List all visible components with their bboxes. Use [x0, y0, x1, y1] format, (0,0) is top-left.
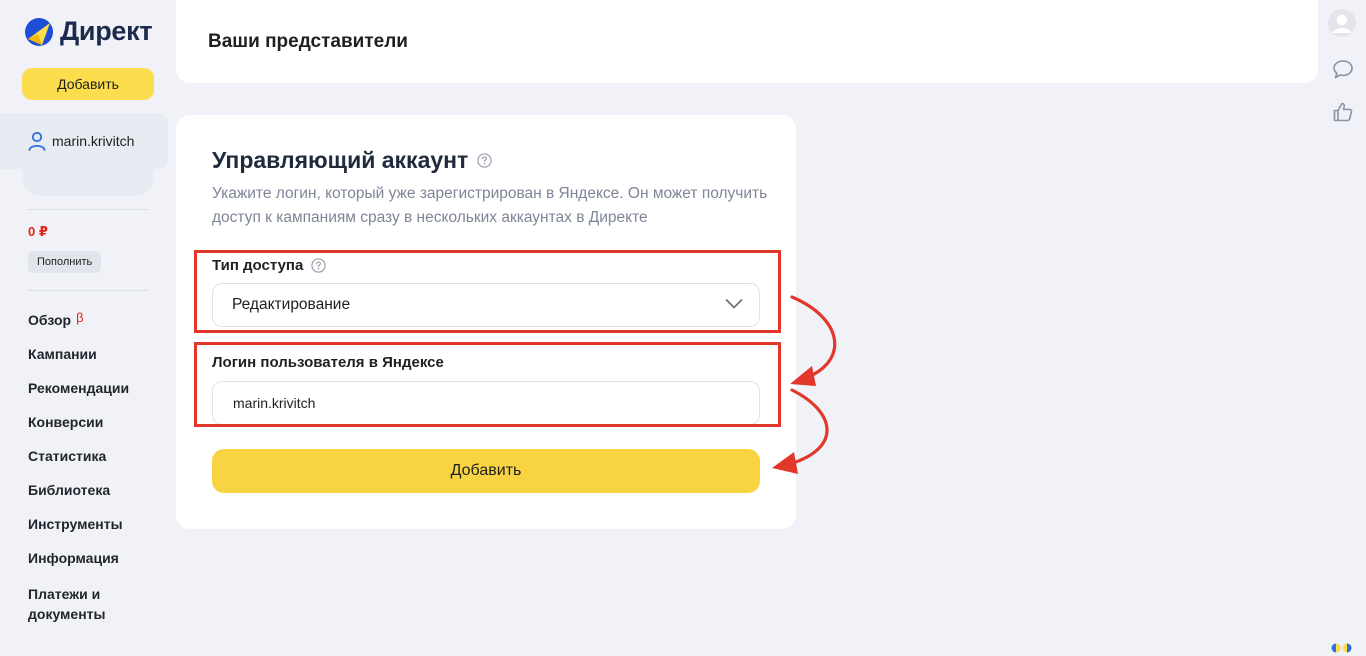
login-input-value: marin.krivitch [233, 395, 316, 411]
sidebar-item-campaigns[interactable]: Кампании [28, 346, 97, 362]
sidebar-divider [28, 209, 148, 210]
help-icon[interactable] [477, 153, 492, 168]
sidebar-item-conversions[interactable]: Конверсии [28, 414, 103, 430]
user-account[interactable]: marin.krivitch [28, 131, 134, 151]
add-campaign-button[interactable]: Добавить [22, 68, 154, 100]
avatar-icon[interactable] [1328, 9, 1356, 37]
access-type-label-text: Тип доступа [212, 257, 304, 274]
thumbs-up-icon[interactable] [1332, 101, 1354, 123]
sidebar-item-tools[interactable]: Инструменты [28, 516, 123, 532]
page-header: Ваши представители [176, 0, 1318, 83]
login-label: Логин пользователя в Яндексе [212, 354, 444, 371]
sidebar-item-recommendations[interactable]: Рекомендации [28, 380, 129, 396]
sidebar-item-information[interactable]: Информация [28, 550, 119, 566]
page-title: Ваши представители [208, 31, 408, 52]
login-input[interactable]: marin.krivitch [212, 381, 760, 425]
user-login: marin.krivitch [52, 133, 135, 149]
form-description: Укажите логин, который уже зарегистриров… [212, 185, 768, 226]
sidebar: Директ Добавить marin.krivitch 0 ₽ Попол… [0, 0, 176, 656]
sidebar-item-payments[interactable]: Платежи и документы [28, 584, 138, 624]
arrow-curve-1 [790, 295, 837, 380]
balance-amount: 0 ₽ [28, 224, 48, 239]
sidebar-item-label: Обзор [28, 312, 72, 328]
sidebar-item-overview[interactable]: Обзор β [28, 310, 84, 328]
user-card-extension [22, 166, 154, 196]
topup-button[interactable]: Пополнить [28, 251, 102, 273]
sidebar-item-statistics[interactable]: Статистика [28, 448, 106, 464]
access-type-value: Редактирование [232, 296, 351, 313]
access-type-label: Тип доступа [212, 257, 327, 274]
brand-logo[interactable]: Директ [24, 16, 153, 47]
access-type-select[interactable]: Редактирование [212, 283, 760, 327]
direct-logo-icon [25, 17, 53, 46]
sidebar-item-library[interactable]: Библиотека [28, 482, 110, 498]
user-icon [28, 131, 46, 151]
form-title: Управляющий аккаунт [212, 147, 492, 174]
chevron-down-icon [725, 299, 743, 309]
chat-bubble-icon[interactable] [1332, 58, 1354, 80]
add-representative-button[interactable]: Добавить [212, 449, 760, 493]
sidebar-divider [28, 290, 148, 291]
brand-name: Директ [60, 16, 153, 46]
form-title-text: Управляющий аккаунт [212, 147, 469, 173]
managing-account-form: Управляющий аккаунт Укажите логин, котор… [176, 115, 796, 529]
help-icon[interactable] [311, 258, 327, 273]
widget-badge-icon [1331, 643, 1352, 653]
beta-badge: β [76, 310, 84, 325]
